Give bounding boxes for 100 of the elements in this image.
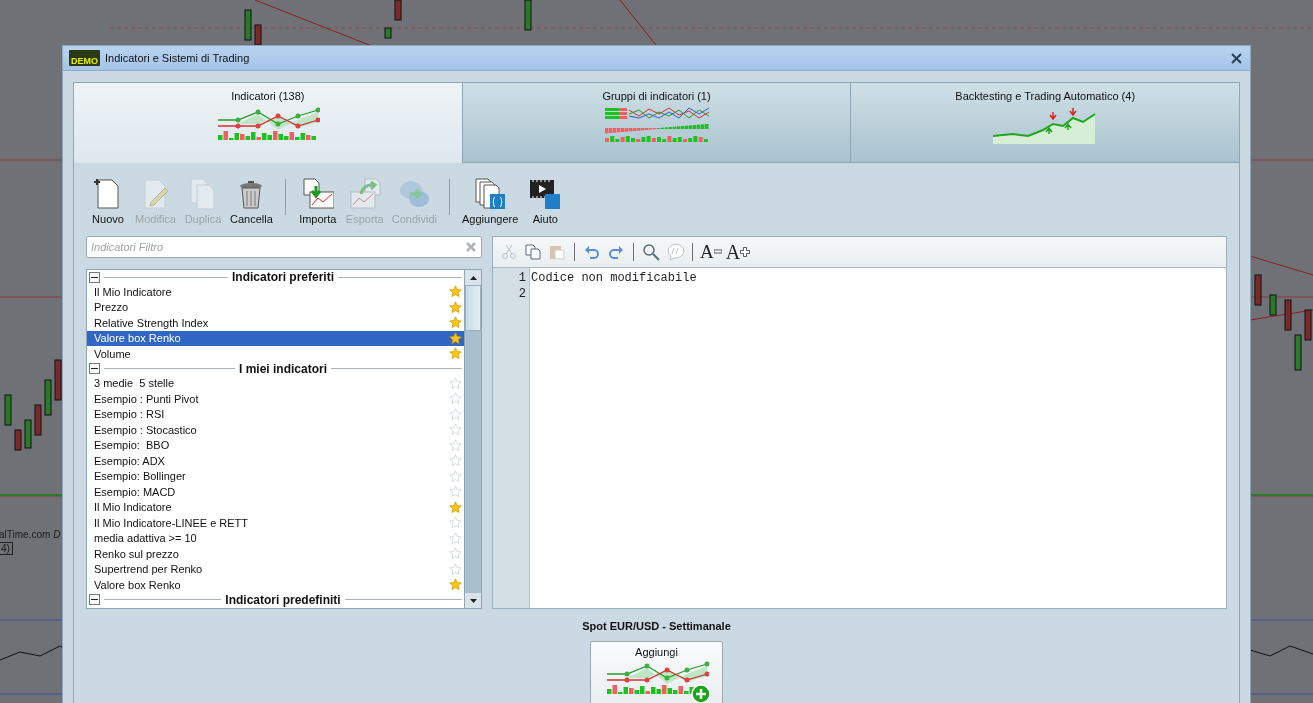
star-icon[interactable]	[449, 407, 462, 421]
star-icon[interactable]	[449, 516, 462, 530]
undo-icon	[584, 244, 600, 260]
candlestick	[244, 9, 252, 41]
star-icon[interactable]	[449, 347, 462, 361]
star-icon[interactable]	[449, 454, 462, 468]
list-item[interactable]: media adattiva >= 10	[87, 530, 464, 546]
list-item[interactable]: Supertrend per Renko	[87, 561, 464, 577]
list-item[interactable]: Il Mio Indicatore	[87, 499, 464, 515]
list-item[interactable]: Esempio : RSI	[87, 406, 464, 422]
oscillator-line	[1249, 645, 1313, 657]
candlestick	[34, 404, 42, 436]
toolbar-button[interactable]: Aiuto	[523, 178, 568, 225]
collapse-toggle[interactable]	[89, 363, 100, 374]
scrollbar[interactable]	[464, 270, 481, 608]
candlestick	[1294, 334, 1302, 371]
candlestick	[254, 24, 262, 46]
star-icon[interactable]	[449, 531, 462, 545]
star-icon[interactable]	[449, 331, 462, 345]
candlestick	[4, 394, 12, 426]
star-icon[interactable]	[449, 578, 462, 592]
equity-curve-chart-icon	[993, 106, 1098, 146]
list-item[interactable]: Esempio: Bollinger	[87, 468, 464, 484]
list-item[interactable]: Renko sul prezzo	[87, 546, 464, 562]
toolbar-button[interactable]: Nuovo	[86, 178, 130, 225]
speech-bubble-icon	[665, 243, 685, 261]
candlestick	[54, 359, 62, 401]
code-line: Codice non modificabile	[530, 271, 698, 287]
export-chart-icon	[348, 178, 381, 210]
star-icon[interactable]	[449, 469, 462, 483]
list-item[interactable]: Volume	[87, 346, 464, 362]
list-item[interactable]: Esempio: BBO	[87, 437, 464, 453]
list-item[interactable]: Esempio : Stocastico	[87, 422, 464, 438]
app-logo: DEMO	[69, 50, 100, 66]
candlestick	[1254, 274, 1262, 306]
toolbar-button[interactable]: Cancella	[227, 178, 275, 225]
star-icon[interactable]	[449, 562, 462, 576]
copy-icon	[525, 244, 541, 260]
candlestick	[14, 429, 22, 451]
chart-label: D	[53, 529, 61, 540]
trend-line	[1249, 309, 1313, 321]
close-button[interactable]	[1228, 50, 1244, 66]
filter-field[interactable]: Indicatori Filtro	[86, 236, 482, 258]
clipboard-icon	[549, 244, 565, 260]
indicator-chart-icon	[604, 660, 709, 696]
clear-icon[interactable]	[466, 242, 476, 252]
section-title: I miei indicatori	[239, 361, 327, 376]
documents-add-icon	[474, 178, 507, 210]
tab[interactable]: Indicatori (138)	[74, 83, 463, 163]
list-item[interactable]: Esempio: MACD	[87, 484, 464, 500]
up-arrow-icon	[469, 275, 477, 280]
star-icon[interactable]	[449, 316, 462, 330]
font-size-glyph: A	[700, 241, 714, 263]
star-icon[interactable]	[449, 376, 462, 390]
star-icon[interactable]	[449, 485, 462, 499]
indicator-chart-icon	[215, 106, 320, 142]
line-number: 1	[517, 271, 527, 287]
list-item[interactable]: Esempio: ADX	[87, 453, 464, 469]
candlestick	[394, 0, 402, 21]
list-item[interactable]: 3 medie 5 stelle	[87, 375, 464, 391]
star-icon[interactable]	[449, 285, 462, 299]
minus-icon	[91, 365, 98, 372]
tab[interactable]: Backtesting e Trading Automatico (4)	[851, 83, 1239, 163]
star-icon[interactable]	[449, 300, 462, 314]
minus-icon	[713, 249, 722, 255]
star-icon[interactable]	[449, 438, 462, 452]
collapse-toggle[interactable]	[89, 594, 100, 605]
candlestick	[524, 0, 532, 31]
editor-tool-button[interactable]: A	[725, 241, 751, 263]
list-item[interactable]: Prezzo	[87, 299, 464, 315]
toolbar-button[interactable]: Importa	[295, 178, 340, 225]
chart-label: 4)	[0, 542, 13, 555]
collapse-toggle[interactable]	[89, 271, 100, 283]
editor-tool-button[interactable]	[641, 241, 661, 263]
star-icon[interactable]	[449, 500, 462, 514]
candlestick	[1284, 299, 1292, 331]
tab[interactable]: Gruppi di indicatori (1)	[462, 83, 852, 163]
redo-icon	[608, 244, 624, 260]
scrollbar-thumb[interactable]	[465, 285, 481, 331]
list-item[interactable]: Il Mio Indicatore-LINEE e RETT	[87, 515, 464, 531]
toolbar-button[interactable]: Aggiungere	[460, 178, 521, 225]
scissors-icon	[501, 244, 517, 260]
add-button[interactable]: Aggiungi	[590, 641, 723, 703]
minus-icon	[91, 596, 98, 603]
font-size-glyph: A	[725, 240, 741, 264]
window-title: Indicatori e Sistemi di Trading	[105, 52, 251, 64]
candlestick	[24, 419, 32, 449]
list-item[interactable]: Relative Strength Index	[87, 315, 464, 331]
star-icon[interactable]	[449, 392, 462, 406]
chart-label: alTime.com	[0, 529, 51, 540]
list-item[interactable]: Valore box Renko	[87, 330, 464, 346]
editor-tool-button[interactable]: A	[700, 241, 722, 263]
list-item[interactable]: Valore box Renko	[87, 577, 464, 593]
star-icon[interactable]	[449, 547, 462, 561]
star-icon[interactable]	[449, 423, 462, 437]
editor-tool-button[interactable]	[523, 241, 543, 263]
instrument-title: Spot EUR/USD - Settimanale	[582, 620, 731, 632]
list-item[interactable]: Il Mio Indicatore	[87, 284, 464, 300]
list-item[interactable]: Esempio : Punti Pivot	[87, 391, 464, 407]
video-help-icon	[529, 178, 562, 210]
